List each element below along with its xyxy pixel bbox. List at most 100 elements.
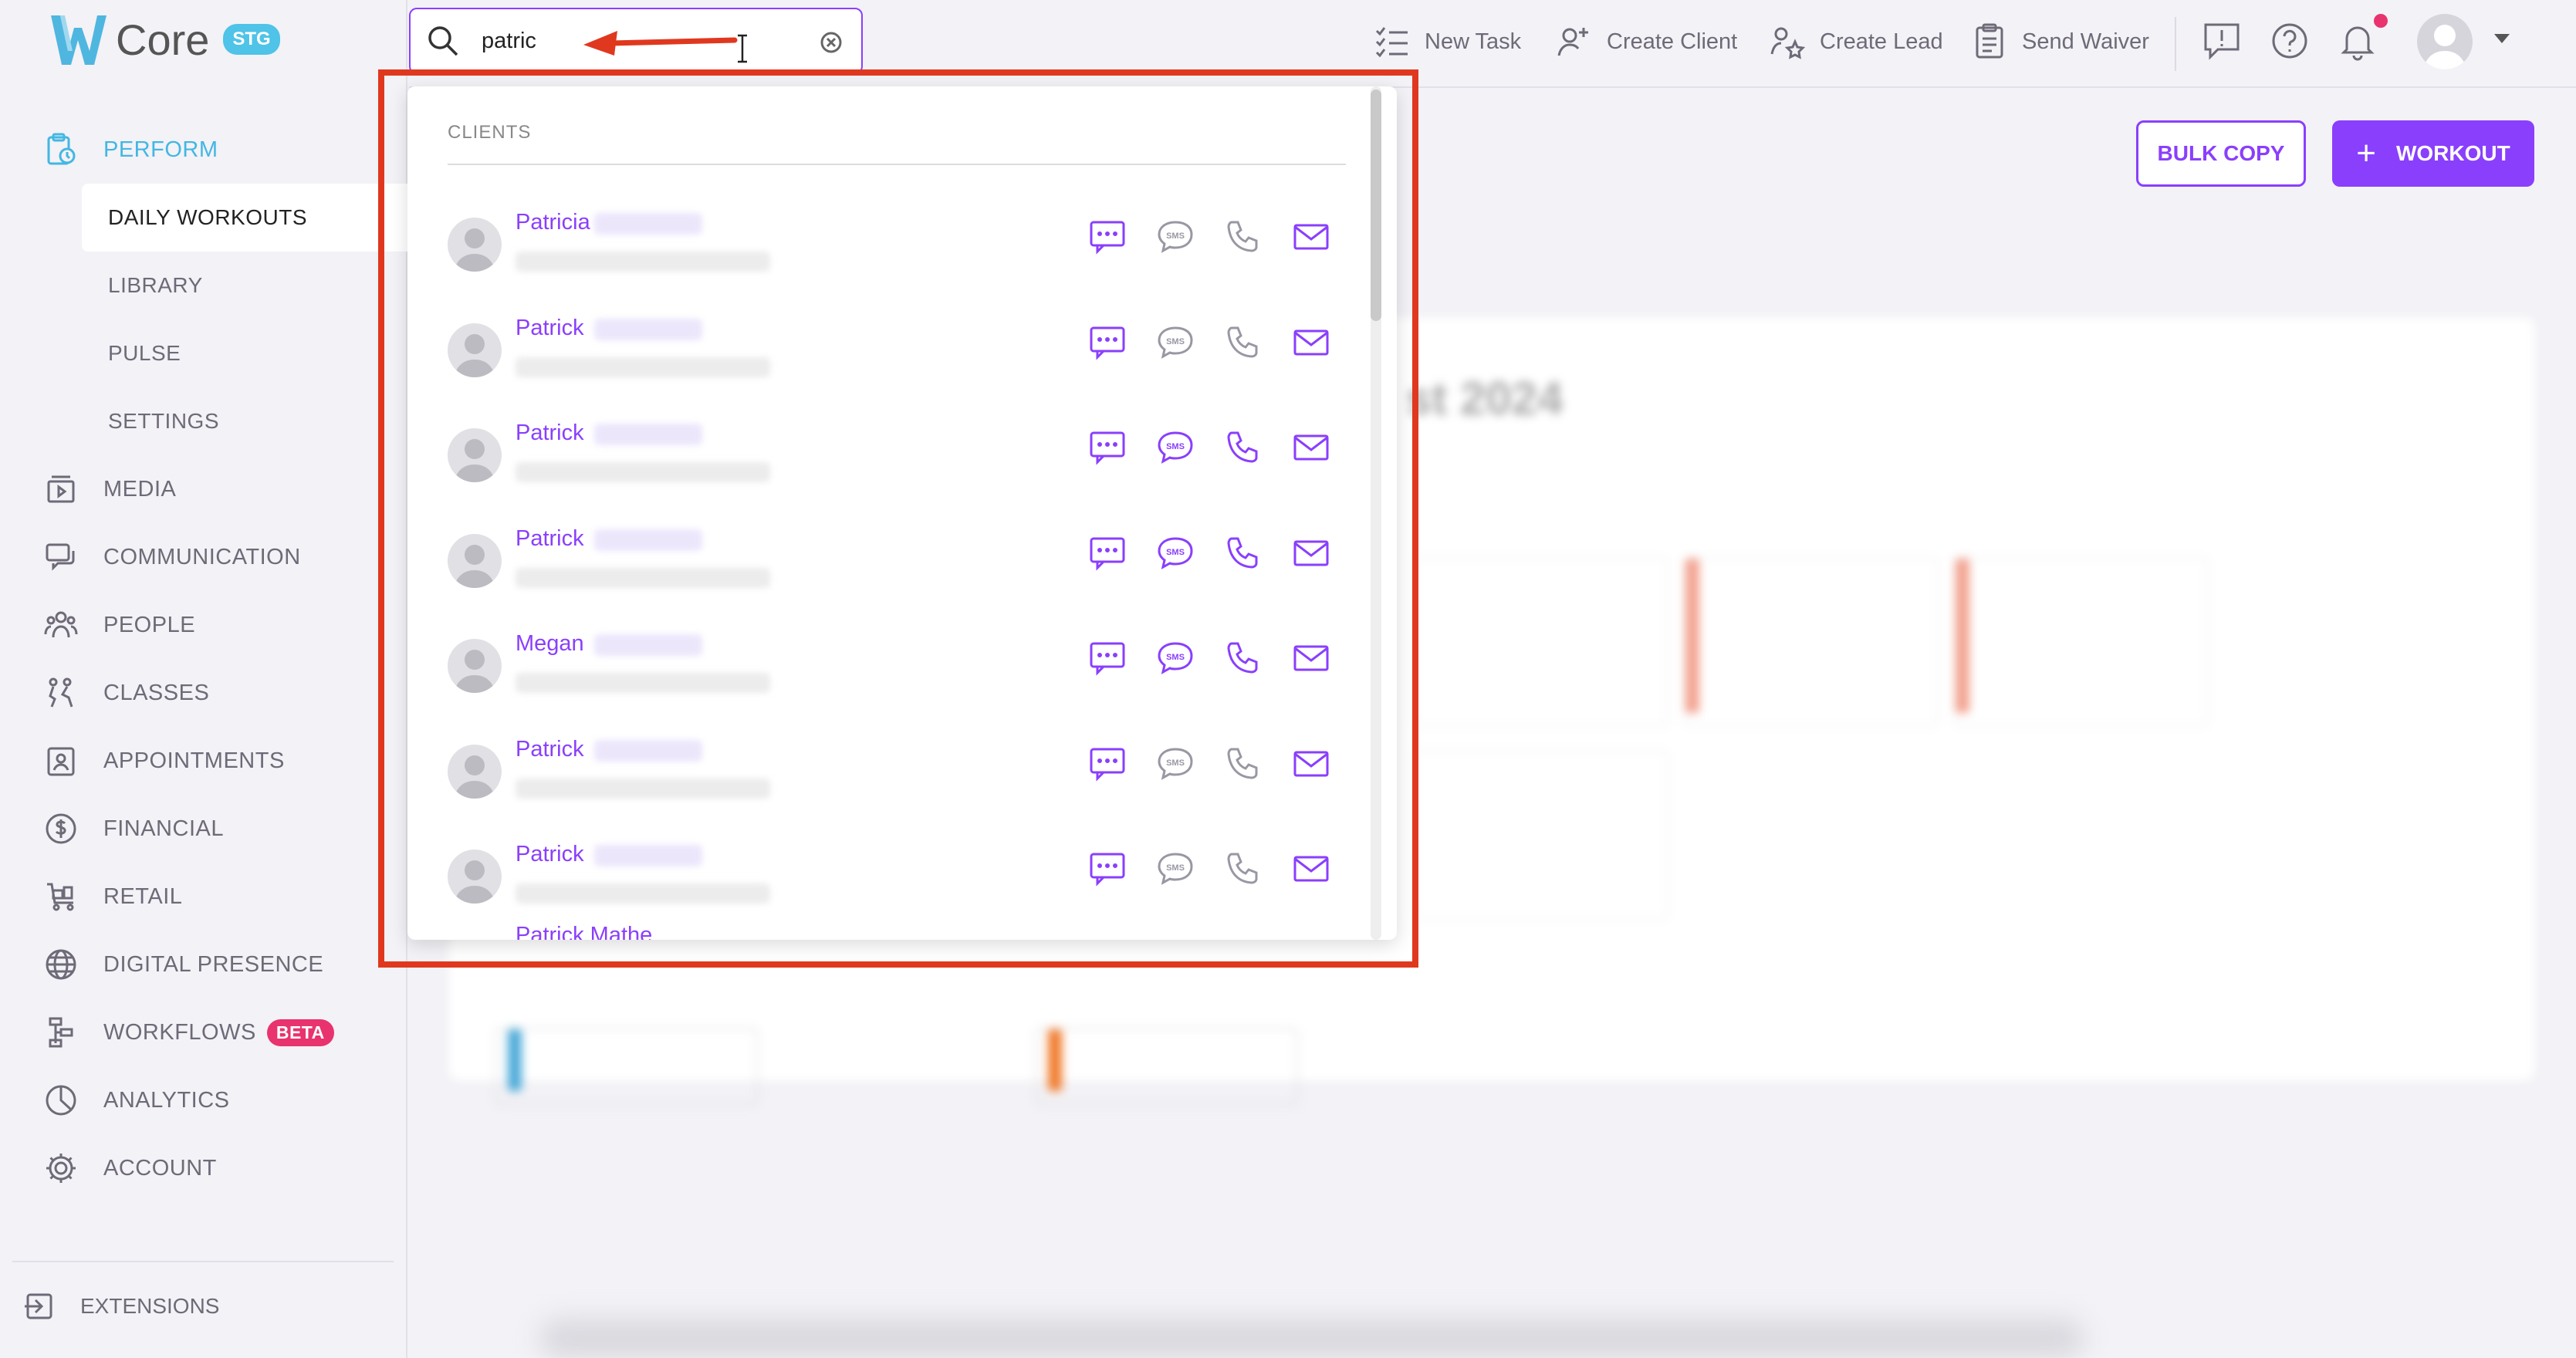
send-waiver-button[interactable]: Send Waiver xyxy=(1971,23,2149,60)
sms-icon[interactable]: SMS xyxy=(1156,639,1195,677)
redacted-email xyxy=(516,462,770,482)
dollar-icon xyxy=(43,811,79,846)
clear-search-icon[interactable] xyxy=(820,31,843,54)
svg-text:SMS: SMS xyxy=(1166,548,1185,557)
sidebar-item-label: LIBRARY xyxy=(108,273,203,297)
help-icon[interactable] xyxy=(2269,20,2311,62)
create-lead-button[interactable]: Create Lead xyxy=(1769,23,1943,60)
email-icon[interactable] xyxy=(1292,218,1330,256)
chat-icon[interactable] xyxy=(1088,850,1127,888)
media-icon xyxy=(43,471,79,507)
client-name[interactable]: Megan xyxy=(516,631,584,657)
phone-icon[interactable] xyxy=(1224,323,1263,362)
sidebar-item-workflows[interactable]: WORKFLOWS BETA xyxy=(0,998,407,1066)
sidebar-item-label: ANALYTICS xyxy=(103,1087,230,1113)
client-name[interactable]: Patrick xyxy=(516,421,584,446)
sidebar-item-analytics[interactable]: ANALYTICS xyxy=(0,1066,407,1134)
sidebar-item-label: DIGITAL PRESENCE xyxy=(103,951,324,977)
sms-icon[interactable]: SMS xyxy=(1156,428,1195,467)
add-workout-button[interactable]: + WORKOUT xyxy=(2332,120,2534,187)
client-result-row[interactable]: Patrick SMS xyxy=(448,721,1346,826)
phone-icon[interactable] xyxy=(1224,428,1263,467)
sidebar-item-daily-workouts[interactable]: DAILY WORKOUTS xyxy=(82,184,407,252)
redacted-surname xyxy=(594,845,702,866)
sidebar-item-people[interactable]: PEOPLE xyxy=(0,591,407,659)
sidebar-item-media[interactable]: MEDIA xyxy=(0,455,407,523)
chevron-down-icon[interactable] xyxy=(2494,34,2510,43)
calendar-card xyxy=(1414,557,1668,727)
sidebar-item-digital-presence[interactable]: DIGITAL PRESENCE xyxy=(0,931,407,998)
client-name[interactable]: Patrick xyxy=(516,737,584,762)
sidebar-item-pulse[interactable]: PULSE xyxy=(0,319,407,387)
bulk-copy-button[interactable]: BULK COPY xyxy=(2136,120,2306,187)
new-task-button[interactable]: New Task xyxy=(1374,23,1521,60)
annotation-arrow-icon xyxy=(583,31,738,56)
chat-icon[interactable] xyxy=(1088,534,1127,573)
chat-icon[interactable] xyxy=(1088,639,1127,677)
people-icon xyxy=(43,607,79,643)
client-name[interactable]: Patricia xyxy=(516,210,590,235)
sidebar-divider xyxy=(12,1261,394,1262)
redacted-surname xyxy=(594,529,702,551)
email-icon[interactable] xyxy=(1292,428,1330,467)
add-workout-label: WORKOUT xyxy=(2395,141,2510,165)
calendar-icon xyxy=(43,743,79,779)
phone-icon[interactable] xyxy=(1224,639,1263,677)
bell-icon[interactable] xyxy=(2337,20,2378,62)
client-result-row[interactable]: Patrick SMS xyxy=(448,826,1346,931)
sidebar-item-library[interactable]: LIBRARY xyxy=(0,252,407,319)
svg-text:SMS: SMS xyxy=(1166,442,1185,451)
create-client-label: Create Client xyxy=(1607,29,1738,54)
phone-icon[interactable] xyxy=(1224,850,1263,888)
email-icon[interactable] xyxy=(1292,639,1330,677)
chat-icon[interactable] xyxy=(1088,428,1127,467)
perform-icon xyxy=(43,132,79,167)
avatar xyxy=(448,639,502,693)
search-icon xyxy=(428,26,458,56)
phone-icon[interactable] xyxy=(1224,534,1263,573)
sidebar-item-retail[interactable]: RETAIL xyxy=(0,863,407,931)
sidebar-item-financial[interactable]: FINANCIAL xyxy=(0,795,407,863)
classes-icon xyxy=(43,675,79,711)
client-result-row[interactable]: Patrick SMS xyxy=(448,300,1346,405)
sms-icon[interactable]: SMS xyxy=(1156,850,1195,888)
client-name-partial[interactable]: Patrick Mathe xyxy=(516,923,652,940)
client-result-row[interactable]: Megan SMS xyxy=(448,616,1346,721)
email-icon[interactable] xyxy=(1292,534,1330,573)
user-avatar[interactable] xyxy=(2417,14,2473,69)
client-name[interactable]: Patrick xyxy=(516,316,584,341)
sidebar-item-communication[interactable]: COMMUNICATION xyxy=(0,523,407,591)
email-icon[interactable] xyxy=(1292,323,1330,362)
email-icon[interactable] xyxy=(1292,745,1330,783)
sms-icon[interactable]: SMS xyxy=(1156,534,1195,573)
avatar xyxy=(448,218,502,272)
client-result-row[interactable]: Patrick SMS xyxy=(448,405,1346,510)
sidebar-item-classes[interactable]: CLASSES xyxy=(0,659,407,727)
create-client-button[interactable]: Create Client xyxy=(1556,23,1737,60)
client-name[interactable]: Patrick xyxy=(516,526,584,552)
sidebar-item-label: DAILY WORKOUTS xyxy=(108,205,308,229)
sms-icon[interactable]: SMS xyxy=(1156,745,1195,783)
feedback-icon[interactable] xyxy=(2201,20,2243,62)
sms-icon[interactable]: SMS xyxy=(1156,218,1195,256)
scrollbar-thumb[interactable] xyxy=(1371,90,1381,321)
phone-icon[interactable] xyxy=(1224,745,1263,783)
client-name[interactable]: Patrick xyxy=(516,842,584,867)
sidebar-item-account[interactable]: ACCOUNT xyxy=(0,1134,407,1202)
redacted-surname xyxy=(594,213,702,235)
sidebar-item-extensions[interactable]: EXTENSIONS xyxy=(22,1289,219,1324)
chat-icon xyxy=(43,539,79,575)
logo-text: Core xyxy=(116,15,210,64)
sidebar-item-appointments[interactable]: APPOINTMENTS xyxy=(0,727,407,795)
client-result-row[interactable]: Patrick SMS xyxy=(448,511,1346,616)
sidebar-item-settings[interactable]: SETTINGS xyxy=(0,387,407,455)
client-result-row[interactable]: Patricia SMS xyxy=(448,194,1346,299)
email-icon[interactable] xyxy=(1292,850,1330,888)
chat-icon[interactable] xyxy=(1088,218,1127,256)
app-logo[interactable]: Core STG xyxy=(49,11,280,68)
sidebar-item-perform[interactable]: PERFORM xyxy=(0,116,407,184)
sms-icon[interactable]: SMS xyxy=(1156,323,1195,362)
chat-icon[interactable] xyxy=(1088,323,1127,362)
chat-icon[interactable] xyxy=(1088,745,1127,783)
phone-icon[interactable] xyxy=(1224,218,1263,256)
